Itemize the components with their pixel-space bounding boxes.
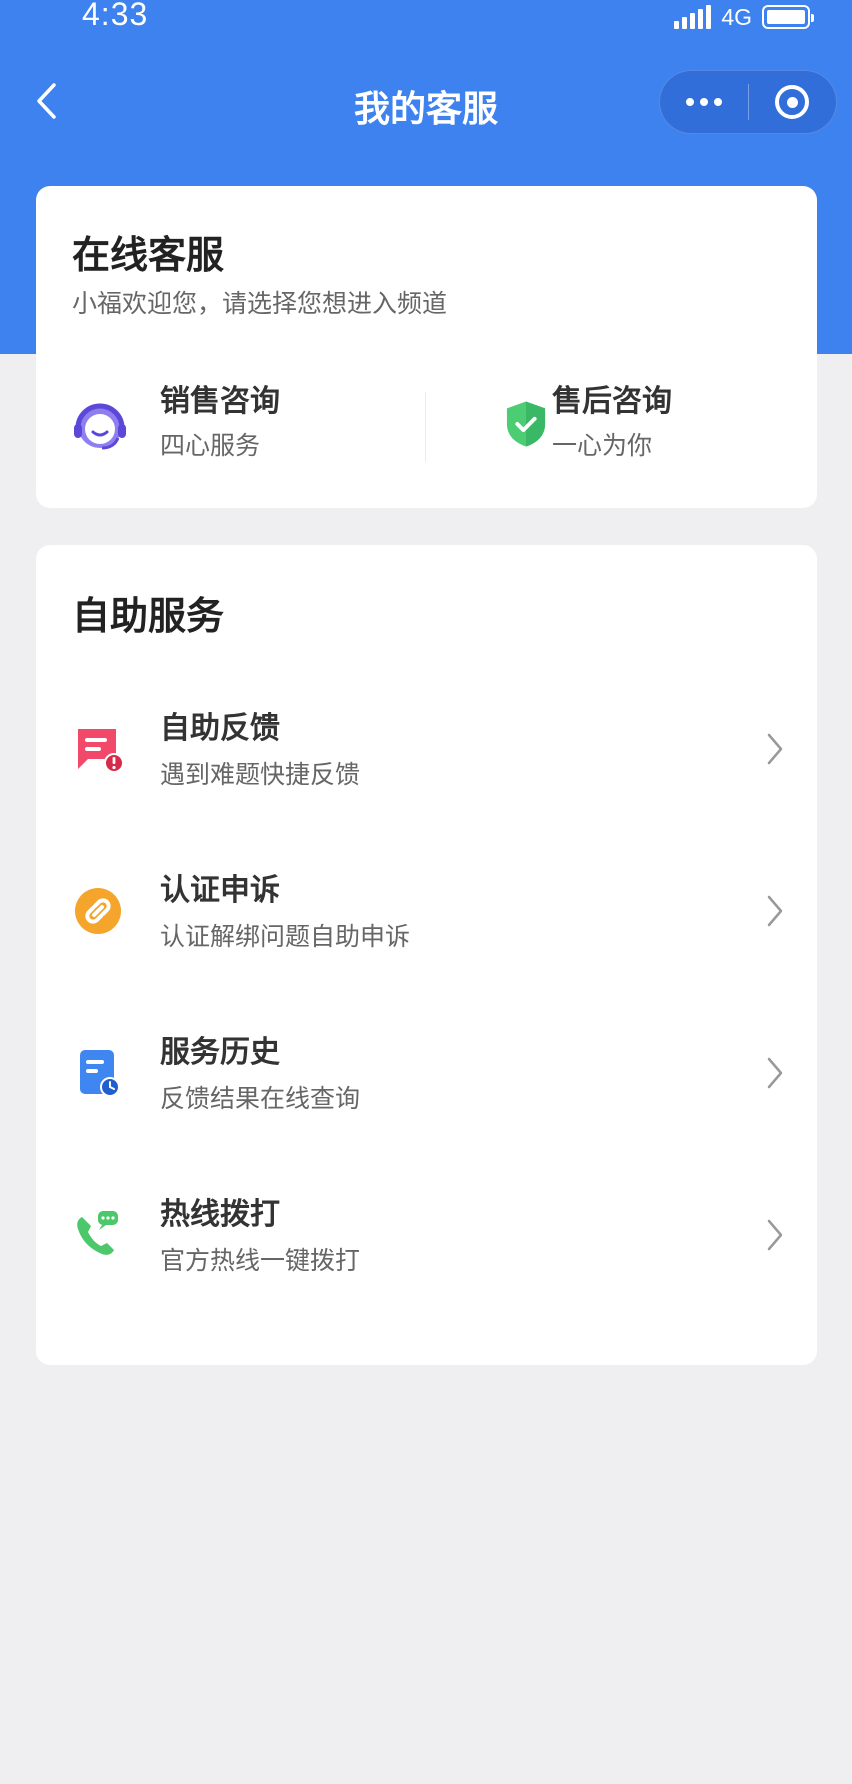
channel-name: 销售咨询	[160, 384, 280, 419]
status-indicators: 4G	[674, 2, 814, 32]
status-bar: 4:33 4G	[0, 0, 852, 36]
channel-after-sales-consult[interactable]: 售后咨询 一心为你	[426, 376, 766, 486]
channel-desc: 一心为你	[552, 431, 653, 460]
document-clock-icon	[80, 1050, 120, 1097]
battery-icon	[762, 5, 814, 29]
more-dots-icon	[685, 98, 722, 106]
self-service-title: 自助服务	[72, 594, 225, 638]
mini-program-capsule	[659, 70, 837, 134]
chevron-right-icon	[767, 733, 783, 765]
online-service-subtitle: 小福欢迎您，请选择您想进入频道	[72, 289, 448, 318]
list-item-self-feedback[interactable]: 自助反馈 遇到难题快捷反馈	[36, 685, 817, 815]
back-button[interactable]	[26, 76, 66, 126]
list-item-service-history[interactable]: 服务历史 反馈结果在线查询	[36, 1009, 817, 1139]
service-desc: 反馈结果在线查询	[160, 1084, 361, 1113]
service-desc: 官方热线一键拨打	[160, 1246, 361, 1275]
more-button[interactable]	[660, 70, 748, 134]
channel-name: 售后咨询	[552, 384, 672, 419]
link-icon	[75, 888, 121, 934]
online-service-card: 在线客服 小福欢迎您，请选择您想进入频道 销售咨询 四心服务 售后咨询 一心为你	[36, 186, 817, 508]
chevron-right-icon	[767, 895, 783, 927]
network-type: 4G	[721, 3, 752, 30]
service-desc: 遇到难题快捷反馈	[160, 760, 361, 789]
list-item-hotline-call[interactable]: 热线拨打 官方热线一键拨打	[36, 1171, 817, 1301]
service-name: 热线拨打	[160, 1197, 280, 1232]
shield-check-icon	[506, 401, 546, 447]
headset-icon	[74, 403, 126, 450]
chevron-right-icon	[767, 1219, 783, 1251]
feedback-icon	[78, 729, 124, 773]
chevron-right-icon	[767, 1057, 783, 1089]
channel-sales-consult[interactable]: 销售咨询 四心服务	[36, 376, 376, 486]
self-service-card: 自助服务 自助反馈 遇到难题快捷反馈 认证申诉 认证解绑问题自助申诉 服务历史 …	[36, 545, 817, 1365]
signal-icon	[674, 5, 712, 29]
online-service-title: 在线客服	[72, 233, 225, 277]
service-name: 认证申诉	[160, 873, 280, 908]
target-circle-icon	[775, 85, 810, 119]
close-program-button[interactable]	[749, 70, 837, 134]
service-name: 服务历史	[160, 1035, 280, 1070]
list-item-auth-appeal[interactable]: 认证申诉 认证解绑问题自助申诉	[36, 847, 817, 977]
service-desc: 认证解绑问题自助申诉	[160, 922, 411, 951]
phone-chat-icon	[77, 1211, 118, 1255]
status-time: 4:33	[82, 0, 149, 32]
service-name: 自助反馈	[160, 711, 280, 746]
chevron-left-icon	[37, 83, 56, 119]
channel-desc: 四心服务	[160, 431, 261, 460]
